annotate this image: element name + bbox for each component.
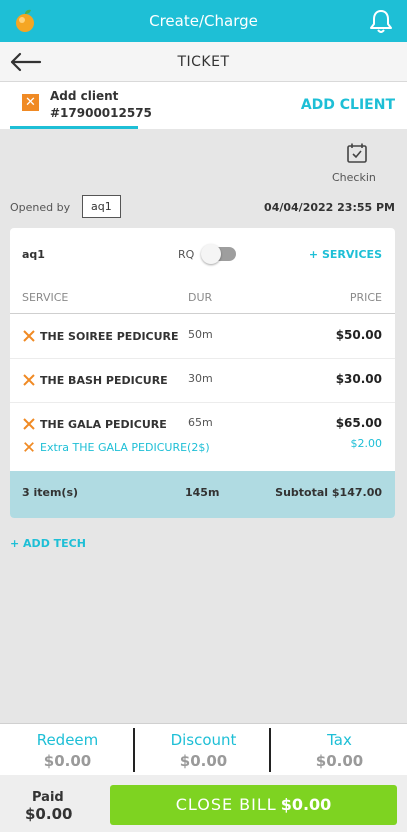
- redeem-value: $0.00: [43, 752, 92, 770]
- item-count: 3 item(s): [22, 486, 79, 499]
- column-header-price: PRICE: [349, 291, 382, 304]
- column-header-dur: DUR: [188, 291, 213, 304]
- service-duration: 30m: [188, 372, 213, 385]
- divider: [10, 402, 395, 403]
- client-tab-indicator: [10, 126, 138, 129]
- add-tech-button[interactable]: + ADD TECH: [10, 537, 86, 550]
- remove-extra-icon[interactable]: [23, 441, 35, 453]
- add-services-button[interactable]: + SERVICES: [309, 248, 382, 261]
- discount-button[interactable]: Discount $0.00: [136, 728, 271, 774]
- extra-price: $2.00: [350, 437, 383, 450]
- ticket-summary: 3 item(s) 145m Subtotal $147.00: [10, 471, 395, 518]
- column-header-service: SERVICE: [22, 291, 69, 304]
- close-bill-button[interactable]: CLOSE BILL $0.00: [110, 785, 397, 825]
- rq-toggle[interactable]: [201, 244, 236, 264]
- close-bill-amount: $0.00: [280, 795, 332, 814]
- remove-client-icon[interactable]: ✕: [22, 94, 39, 111]
- service-name[interactable]: THE SOIREE PEDICURE: [40, 330, 179, 343]
- checkin-label[interactable]: Checkin: [332, 171, 376, 184]
- toggle-knob: [201, 244, 221, 264]
- add-client-button[interactable]: ADD CLIENT: [301, 97, 395, 113]
- remove-service-icon[interactable]: [22, 417, 36, 431]
- discount-value: $0.00: [179, 752, 228, 770]
- tech-name[interactable]: aq1: [22, 248, 45, 261]
- service-name[interactable]: THE GALA PEDICURE: [40, 418, 167, 431]
- ticket-bar: TICKET: [0, 42, 407, 82]
- close-bill-label: CLOSE BILL: [175, 795, 277, 814]
- ticket-datetime: 04/04/2022 23:55 PM: [264, 201, 395, 214]
- header-title: Create/Charge: [149, 12, 258, 30]
- service-price[interactable]: $30.00: [336, 372, 382, 386]
- paid-label: Paid: [32, 790, 64, 805]
- extra-name[interactable]: Extra THE GALA PEDICURE(2$): [40, 441, 210, 454]
- service-duration: 65m: [188, 416, 213, 429]
- tax-label: Tax: [327, 731, 352, 749]
- tax-value: $0.00: [315, 752, 364, 770]
- divider: [133, 728, 135, 772]
- tax-button[interactable]: Tax $0.00: [272, 728, 407, 774]
- divider: [10, 313, 395, 314]
- divider: [10, 358, 395, 359]
- client-label[interactable]: Add client: [50, 89, 118, 103]
- service-duration: 50m: [188, 328, 213, 341]
- opened-by-label: Opened by: [10, 201, 71, 214]
- service-card: aq1 RQ + SERVICES SERVICE DUR PRICE THE …: [10, 228, 395, 518]
- service-price[interactable]: $65.00: [336, 416, 382, 430]
- client-number[interactable]: #17900012575: [50, 106, 152, 120]
- divider: [269, 728, 271, 772]
- pay-bar: Paid $0.00 CLOSE BILL $0.00: [0, 775, 407, 832]
- bell-icon[interactable]: [367, 7, 395, 35]
- rq-label: RQ: [178, 248, 195, 261]
- paid-value: $0.00: [25, 805, 73, 823]
- redeem-button[interactable]: Redeem $0.00: [0, 728, 135, 774]
- redeem-label: Redeem: [36, 731, 99, 749]
- calendar-check-icon[interactable]: [346, 142, 368, 164]
- remove-service-icon[interactable]: [22, 373, 36, 387]
- app-header: Create/Charge: [0, 0, 407, 42]
- totals-bar: Redeem $0.00 Discount $0.00 Tax $0.00: [0, 723, 407, 775]
- subtotal: Subtotal $147.00: [275, 486, 382, 499]
- service-price[interactable]: $50.00: [336, 328, 382, 342]
- service-name[interactable]: THE BASH PEDICURE: [40, 374, 168, 387]
- total-duration: 145m: [185, 486, 220, 499]
- remove-service-icon[interactable]: [22, 329, 36, 343]
- discount-label: Discount: [170, 731, 237, 749]
- page-title: TICKET: [177, 54, 230, 70]
- opened-by-field[interactable]: aq1: [82, 195, 121, 218]
